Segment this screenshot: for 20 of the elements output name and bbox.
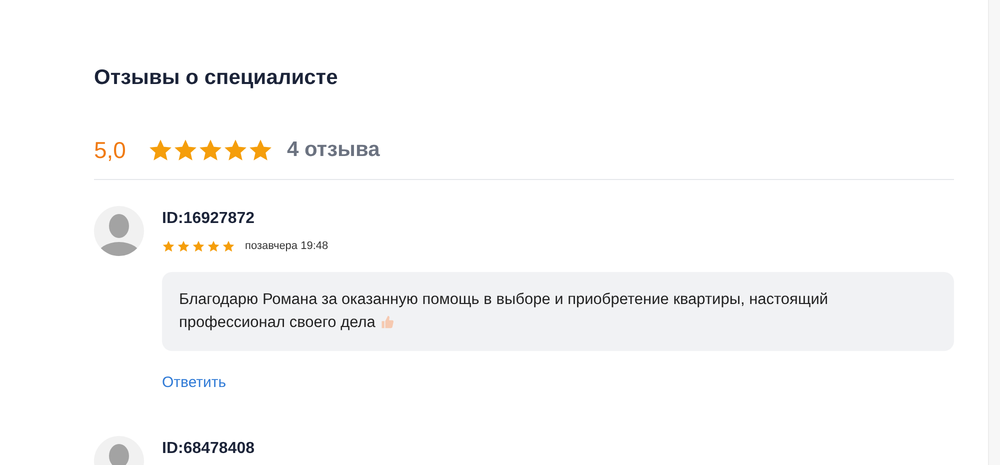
star-icon [148,138,173,162]
thumbs-up-icon [380,314,394,328]
review-time: позавчера 19:48 [245,239,328,254]
reviewer-id: ID:16927872 [162,209,256,229]
section-title: Отзывы о специалисте [94,65,339,91]
avatar-icon [94,206,144,256]
star-icon [172,138,198,162]
star-icon [207,240,220,253]
star-icon [222,138,248,162]
star-icon [222,240,235,253]
star-icon [177,240,190,253]
star-icon [162,240,175,253]
review-count: 4 отзыва [286,137,380,164]
review-text: Благодарю Романа за оказанную помощь в выборе и приобретение квартиры, настоящий профессионал своего дела [179,290,830,332]
reply-link[interactable]: Ответить [162,372,226,394]
star-icon [192,240,205,253]
star-icon [248,138,273,162]
rating-score: 5,0 [94,136,126,165]
reviewer-id: ID:68478408 [162,438,256,458]
star-icon [198,138,223,162]
